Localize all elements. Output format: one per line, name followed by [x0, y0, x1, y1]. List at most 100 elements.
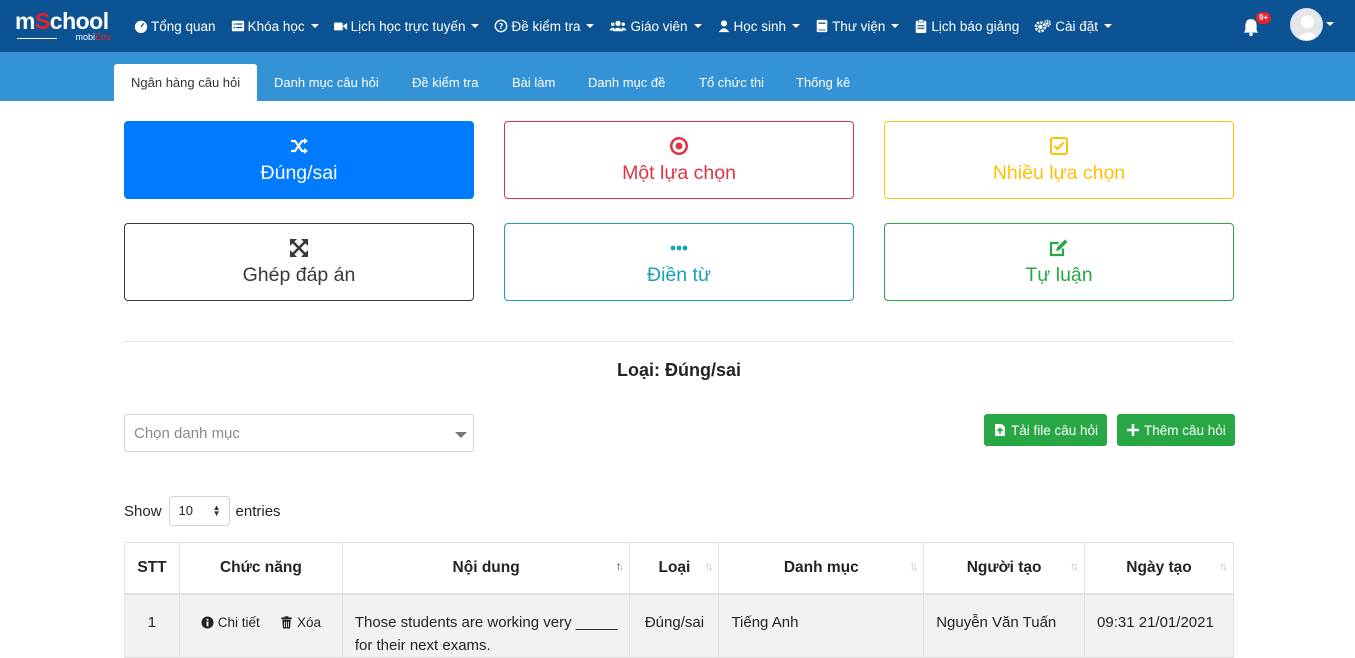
menu-label: Lịch học trực tuyến	[350, 18, 466, 34]
cell-created: 09:31 21/01/2021	[1084, 593, 1234, 658]
current-type-heading: Loại: Đúng/sai	[616, 360, 741, 380]
col-header-noi-dung[interactable]: Nội dung ↑↓	[341, 542, 631, 595]
delete-button[interactable]: Xóa	[280, 611, 321, 634]
menu-label: Học sinh	[733, 18, 787, 34]
cell-content: Those students are working very _____ fo…	[341, 593, 631, 658]
menu-item-hoc-sinh[interactable]: Học sinh	[717, 19, 801, 34]
menu-label: Khóa học	[247, 18, 305, 34]
menu-item-cai-dat[interactable]: Cài đặt	[1034, 19, 1112, 34]
cell-creator: Nguyễn Văn Tuấn	[923, 593, 1086, 658]
col-header-nguoi-tao[interactable]: Người tạo ↑↓	[923, 542, 1086, 595]
main-menu: Tổng quan Khóa học Lịch học trực tuyến ?…	[134, 0, 1127, 52]
type-button-dien-tu[interactable]: Điền từ	[504, 223, 854, 301]
tab-ngan-hang-cau-hoi[interactable]: Ngân hàng câu hỏi	[114, 64, 258, 101]
questions-table: STT Chức năng Nội dung ↑↓ Loại ↑↓ Danh mục…	[124, 542, 1234, 658]
caret-down-icon	[792, 24, 801, 28]
book-icon	[816, 19, 828, 33]
type-label: Điền từ	[647, 263, 711, 286]
menu-item-lich-hoc[interactable]: Lịch học trực tuyến	[333, 18, 480, 34]
caret-down-icon	[471, 24, 480, 28]
category-select[interactable]: Chọn danh mục	[124, 414, 474, 452]
cell-type: Đúng/sai	[629, 593, 720, 658]
question-circle-icon: ?	[495, 19, 508, 33]
dashboard-icon	[134, 20, 148, 33]
clipboard-icon	[916, 19, 927, 33]
type-label: Tự luận	[1025, 263, 1093, 286]
file-upload-icon	[995, 424, 1005, 436]
video-icon	[333, 22, 347, 31]
tab-thong-ke[interactable]: Thống kê	[779, 64, 867, 101]
menu-item-lich-bao-giang[interactable]: Lịch báo giảng	[914, 19, 1019, 34]
user-icon	[718, 20, 729, 33]
table-row: 1 Chi tiết Xóa Those students are workin…	[124, 593, 1234, 658]
sort-icon: ↑↓	[1070, 559, 1079, 573]
type-button-dung-sai[interactable]: Đúng/sai	[124, 121, 474, 199]
entries-select[interactable]: 10 ▲ ▼	[168, 496, 230, 526]
tab-danh-muc-cau-hoi[interactable]: Danh mục câu hỏi	[257, 64, 396, 101]
col-header-ngay-tao[interactable]: Ngày tạo ↑↓	[1084, 542, 1234, 595]
logo-wordmark: mSchool	[15, 8, 109, 34]
menu-item-khoa-hoc[interactable]: Khóa học	[231, 19, 319, 34]
cell-actions: Chi tiết Xóa	[178, 593, 343, 658]
type-label: Nhiều lựa chọn	[992, 161, 1126, 184]
detail-button[interactable]: Chi tiết	[201, 611, 260, 634]
divider	[124, 341, 1234, 342]
tab-bai-lam[interactable]: Bài làm	[495, 64, 572, 101]
menu-label: Cài đặt	[1055, 18, 1098, 34]
col-header-danh-muc[interactable]: Danh mục ↑↓	[718, 542, 925, 595]
menu-label: Đề kiểm tra	[511, 18, 581, 34]
tab-to-chuc-thi[interactable]: Tổ chức thi	[682, 64, 781, 101]
top-navbar: mSchool mobiEdu Tổng quan Khóa học Lịch …	[0, 0, 1355, 52]
mschool-logo[interactable]: mSchool mobiEdu	[15, 9, 115, 43]
col-header-loai[interactable]: Loại ↑↓	[629, 542, 720, 595]
type-button-ghep-dap-an[interactable]: Ghép đáp án	[124, 223, 474, 301]
type-button-tu-luan[interactable]: Tự luận	[884, 223, 1234, 301]
info-circle-icon	[201, 615, 214, 629]
ellipsis-icon	[670, 245, 688, 250]
type-button-mot-lua-chon[interactable]: Một lựa chọn	[504, 121, 854, 199]
menu-label: Thư viện	[832, 18, 886, 34]
sort-icon: ↑↓	[704, 559, 713, 573]
trash-icon	[281, 615, 292, 629]
expand-arrows-icon	[290, 238, 308, 257]
add-question-button[interactable]: Thêm câu hỏi	[1117, 414, 1235, 446]
type-label: Một lựa chọn	[622, 161, 736, 184]
list-icon	[231, 20, 244, 32]
dropdown-arrow-icon	[455, 432, 467, 438]
tab-de-kiem-tra[interactable]: Đề kiểm tra	[395, 64, 495, 101]
users-icon	[609, 20, 628, 32]
entries-value: 10	[178, 503, 193, 518]
category-select-placeholder: Chọn danh mục	[134, 425, 240, 442]
col-header-chuc-nang[interactable]: Chức năng	[178, 542, 343, 595]
notification-badge: 9+	[1256, 12, 1272, 24]
menu-item-tong-quan[interactable]: Tổng quan	[134, 19, 216, 34]
add-label: Thêm câu hỏi	[1144, 422, 1226, 438]
menu-item-thu-vien[interactable]: Thư viện	[815, 18, 900, 34]
menu-label: Giáo viên	[630, 18, 688, 34]
cell-category: Tiếng Anh	[718, 593, 925, 658]
menu-item-de-kiem-tra[interactable]: ? Đề kiểm tra	[494, 18, 595, 34]
dot-circle-icon	[670, 136, 688, 155]
caret-down-icon	[693, 24, 702, 28]
caret-down-icon	[310, 24, 319, 28]
caret-down-icon	[1103, 24, 1112, 28]
menu-label: Lịch báo giảng	[931, 18, 1020, 34]
plus-icon	[1127, 424, 1139, 436]
type-button-nhieu-lua-chon[interactable]: Nhiều lựa chọn	[884, 121, 1234, 199]
table-header-row: STT Chức năng Nội dung ↑↓ Loại ↑↓ Danh mục…	[124, 542, 1234, 595]
avatar-caret-icon[interactable]	[1326, 22, 1334, 26]
type-label: Đúng/sai	[260, 161, 338, 184]
col-header-stt[interactable]: STT	[124, 542, 180, 595]
show-label: Show	[124, 502, 162, 520]
user-avatar[interactable]	[1290, 8, 1323, 41]
type-label: Ghép đáp án	[242, 263, 356, 286]
svg-text:?: ?	[499, 22, 504, 31]
menu-label: Tổng quan	[151, 18, 216, 34]
entries-suffix: entries	[235, 502, 281, 520]
tab-danh-muc-de[interactable]: Danh mục đề	[571, 64, 682, 101]
upload-questions-button[interactable]: Tải file câu hỏi	[984, 414, 1108, 446]
cell-stt: 1	[124, 593, 180, 658]
menu-item-giao-vien[interactable]: Giáo viên	[609, 18, 702, 34]
sort-icon: ↑↓	[1219, 559, 1228, 573]
cogs-icon	[1034, 19, 1052, 33]
